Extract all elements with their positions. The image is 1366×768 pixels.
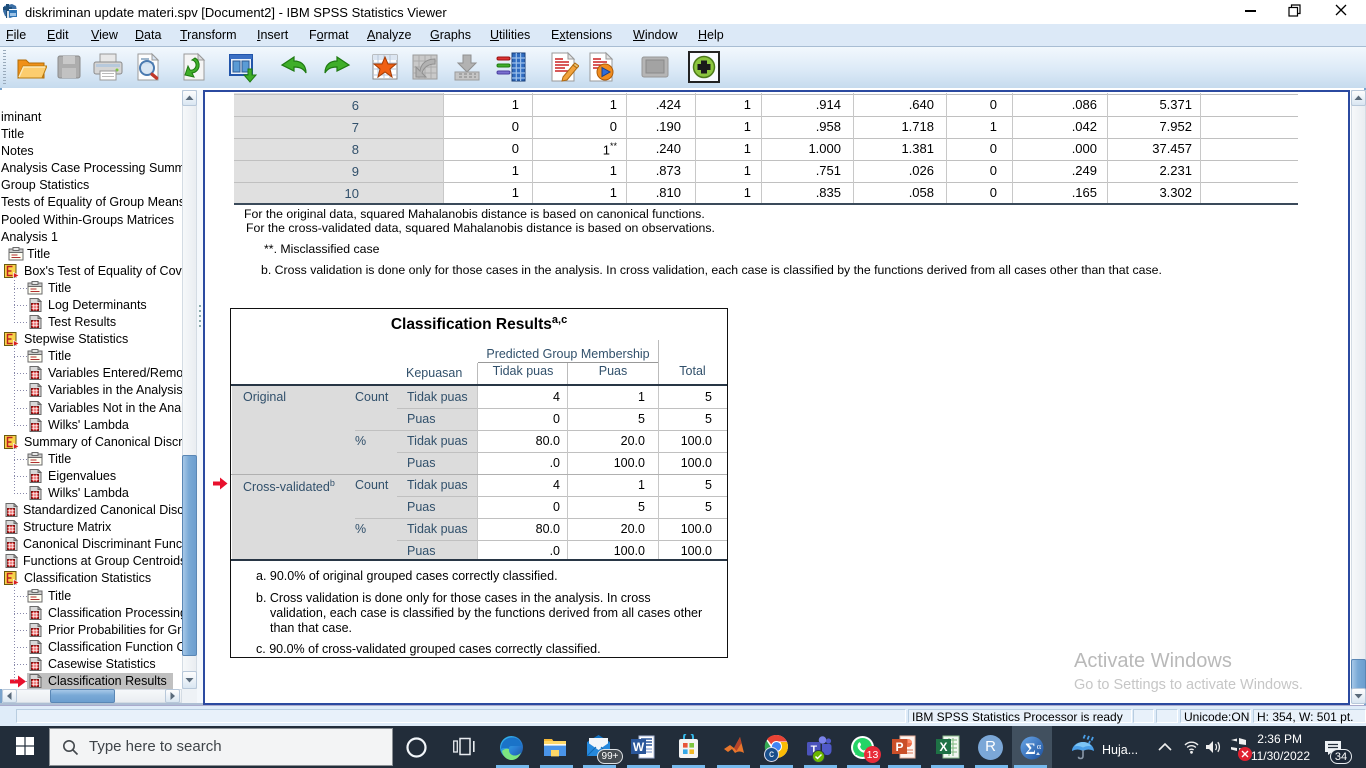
svg-text:P: P [895,740,903,754]
svg-text:X: X [939,740,947,754]
svg-text:W: W [633,740,645,754]
svg-text:Σ: Σ [1025,741,1035,758]
